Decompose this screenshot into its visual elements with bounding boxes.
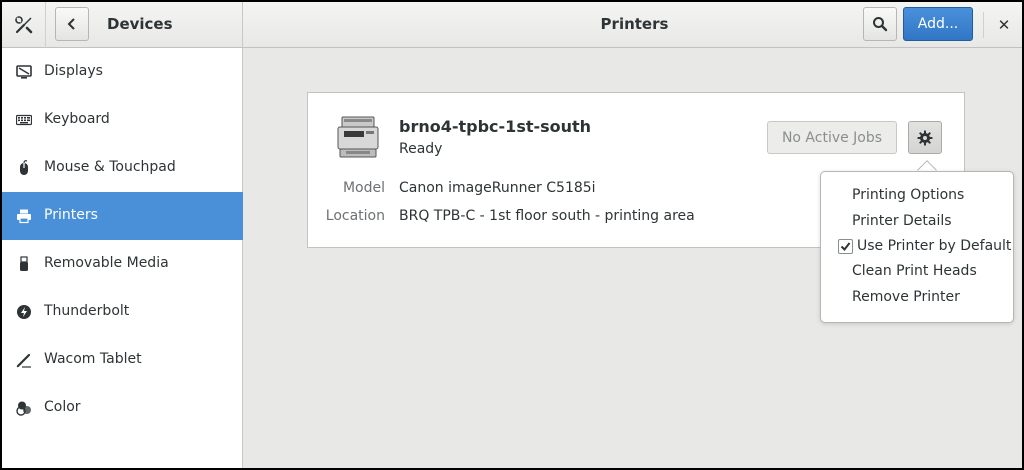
- header-separator-right: [983, 12, 984, 38]
- sidebar-item-label: Removable Media: [44, 255, 169, 271]
- sidebar-item-label: Displays: [44, 63, 103, 79]
- sidebar-item-label: Mouse & Touchpad: [44, 159, 176, 175]
- printer-settings-button[interactable]: [908, 121, 942, 154]
- location-label: Location: [325, 208, 385, 224]
- sidebar-item-displays[interactable]: Displays: [2, 48, 243, 96]
- sidebar-item-label: Color: [44, 399, 81, 415]
- display-icon: [16, 65, 32, 79]
- settings-window: Devices Printers Add... ✕ Displays Keybo…: [2, 2, 1022, 468]
- mouse-icon: [20, 160, 28, 175]
- location-value: BRQ TPB-C - 1st floor south - printing a…: [399, 208, 695, 224]
- close-button[interactable]: ✕: [992, 12, 1016, 38]
- sidebar-item-label: Thunderbolt: [44, 303, 130, 319]
- header-left-pane: Devices: [2, 2, 243, 48]
- sidebar-item-wacom-tablet[interactable]: Wacom Tablet: [2, 336, 243, 384]
- sidebar: Displays Keyboard Mouse & Touchpad Print…: [2, 48, 243, 468]
- gear-icon: [917, 130, 933, 145]
- checkmark-icon: [840, 242, 851, 252]
- sidebar-item-label: Wacom Tablet: [44, 351, 142, 367]
- search-button[interactable]: [863, 7, 897, 41]
- sidebar-item-printers[interactable]: Printers: [2, 192, 243, 240]
- menu-item-clean-print-heads[interactable]: Clean Print Heads: [852, 263, 977, 279]
- devices-title: Devices: [107, 15, 173, 33]
- search-icon: [873, 17, 888, 32]
- printer-options-popover: Printing Options Printer Details Use Pri…: [820, 171, 1014, 323]
- sidebar-item-thunderbolt[interactable]: Thunderbolt: [2, 288, 243, 336]
- printer-status: Ready: [399, 141, 443, 157]
- model-label: Model: [342, 180, 385, 196]
- usb-icon: [20, 256, 28, 271]
- sidebar-item-keyboard[interactable]: Keyboard: [2, 96, 243, 144]
- menu-item-printing-options[interactable]: Printing Options: [852, 187, 964, 203]
- chevron-left-icon: [67, 18, 75, 30]
- header-separator: [45, 2, 46, 48]
- sidebar-item-label: Printers: [44, 207, 98, 223]
- sidebar-item-color[interactable]: Color: [2, 384, 243, 432]
- no-active-jobs-button[interactable]: No Active Jobs: [767, 121, 897, 154]
- color-icon: [16, 401, 31, 416]
- default-printer-checkbox[interactable]: [838, 239, 853, 254]
- sidebar-item-removable-media[interactable]: Removable Media: [2, 240, 243, 288]
- add-printer-button[interactable]: Add...: [903, 7, 973, 41]
- model-value: Canon imageRunner C5185i: [399, 180, 596, 196]
- tablet-icon: [16, 353, 31, 368]
- page-title: Printers: [600, 15, 669, 33]
- sidebar-item-label: Keyboard: [44, 111, 110, 127]
- thunderbolt-icon: [17, 305, 31, 319]
- printer-name: brno4-tpbc-1st-south: [399, 117, 592, 136]
- printer-device-icon: [337, 116, 379, 158]
- header-bar: Devices Printers Add... ✕: [2, 2, 1022, 48]
- menu-item-printer-details[interactable]: Printer Details: [852, 213, 952, 229]
- back-button[interactable]: [55, 7, 89, 41]
- printer-icon: [17, 209, 31, 224]
- sidebar-item-mouse-touchpad[interactable]: Mouse & Touchpad: [2, 144, 243, 192]
- menu-item-use-printer-by-default[interactable]: Use Printer by Default: [857, 238, 1011, 254]
- menu-item-remove-printer[interactable]: Remove Printer: [852, 289, 960, 305]
- tools-icon[interactable]: [14, 15, 34, 35]
- keyboard-icon: [16, 114, 32, 126]
